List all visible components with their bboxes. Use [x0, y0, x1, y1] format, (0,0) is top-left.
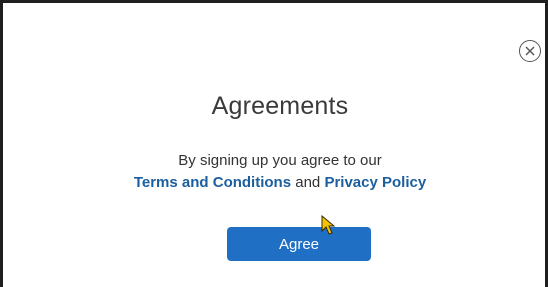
agree-button[interactable]: Agree [227, 227, 371, 261]
agreement-links-line: Terms and Conditions and Privacy Policy [16, 174, 544, 191]
privacy-policy-link[interactable]: Privacy Policy [324, 174, 426, 191]
agreements-dialog: Agreements By signing up you agree to ou… [16, 6, 544, 287]
mouse-cursor-icon [321, 215, 336, 235]
dialog-title: Agreements [211, 92, 349, 120]
terms-and-conditions-link[interactable]: Terms and Conditions [134, 174, 291, 191]
agreement-message: By signing up you agree to our [178, 152, 382, 169]
close-icon [525, 46, 535, 56]
close-button[interactable] [519, 40, 541, 62]
window-frame: Agreements By signing up you agree to ou… [0, 0, 548, 287]
conjunction-text: and [295, 174, 321, 191]
